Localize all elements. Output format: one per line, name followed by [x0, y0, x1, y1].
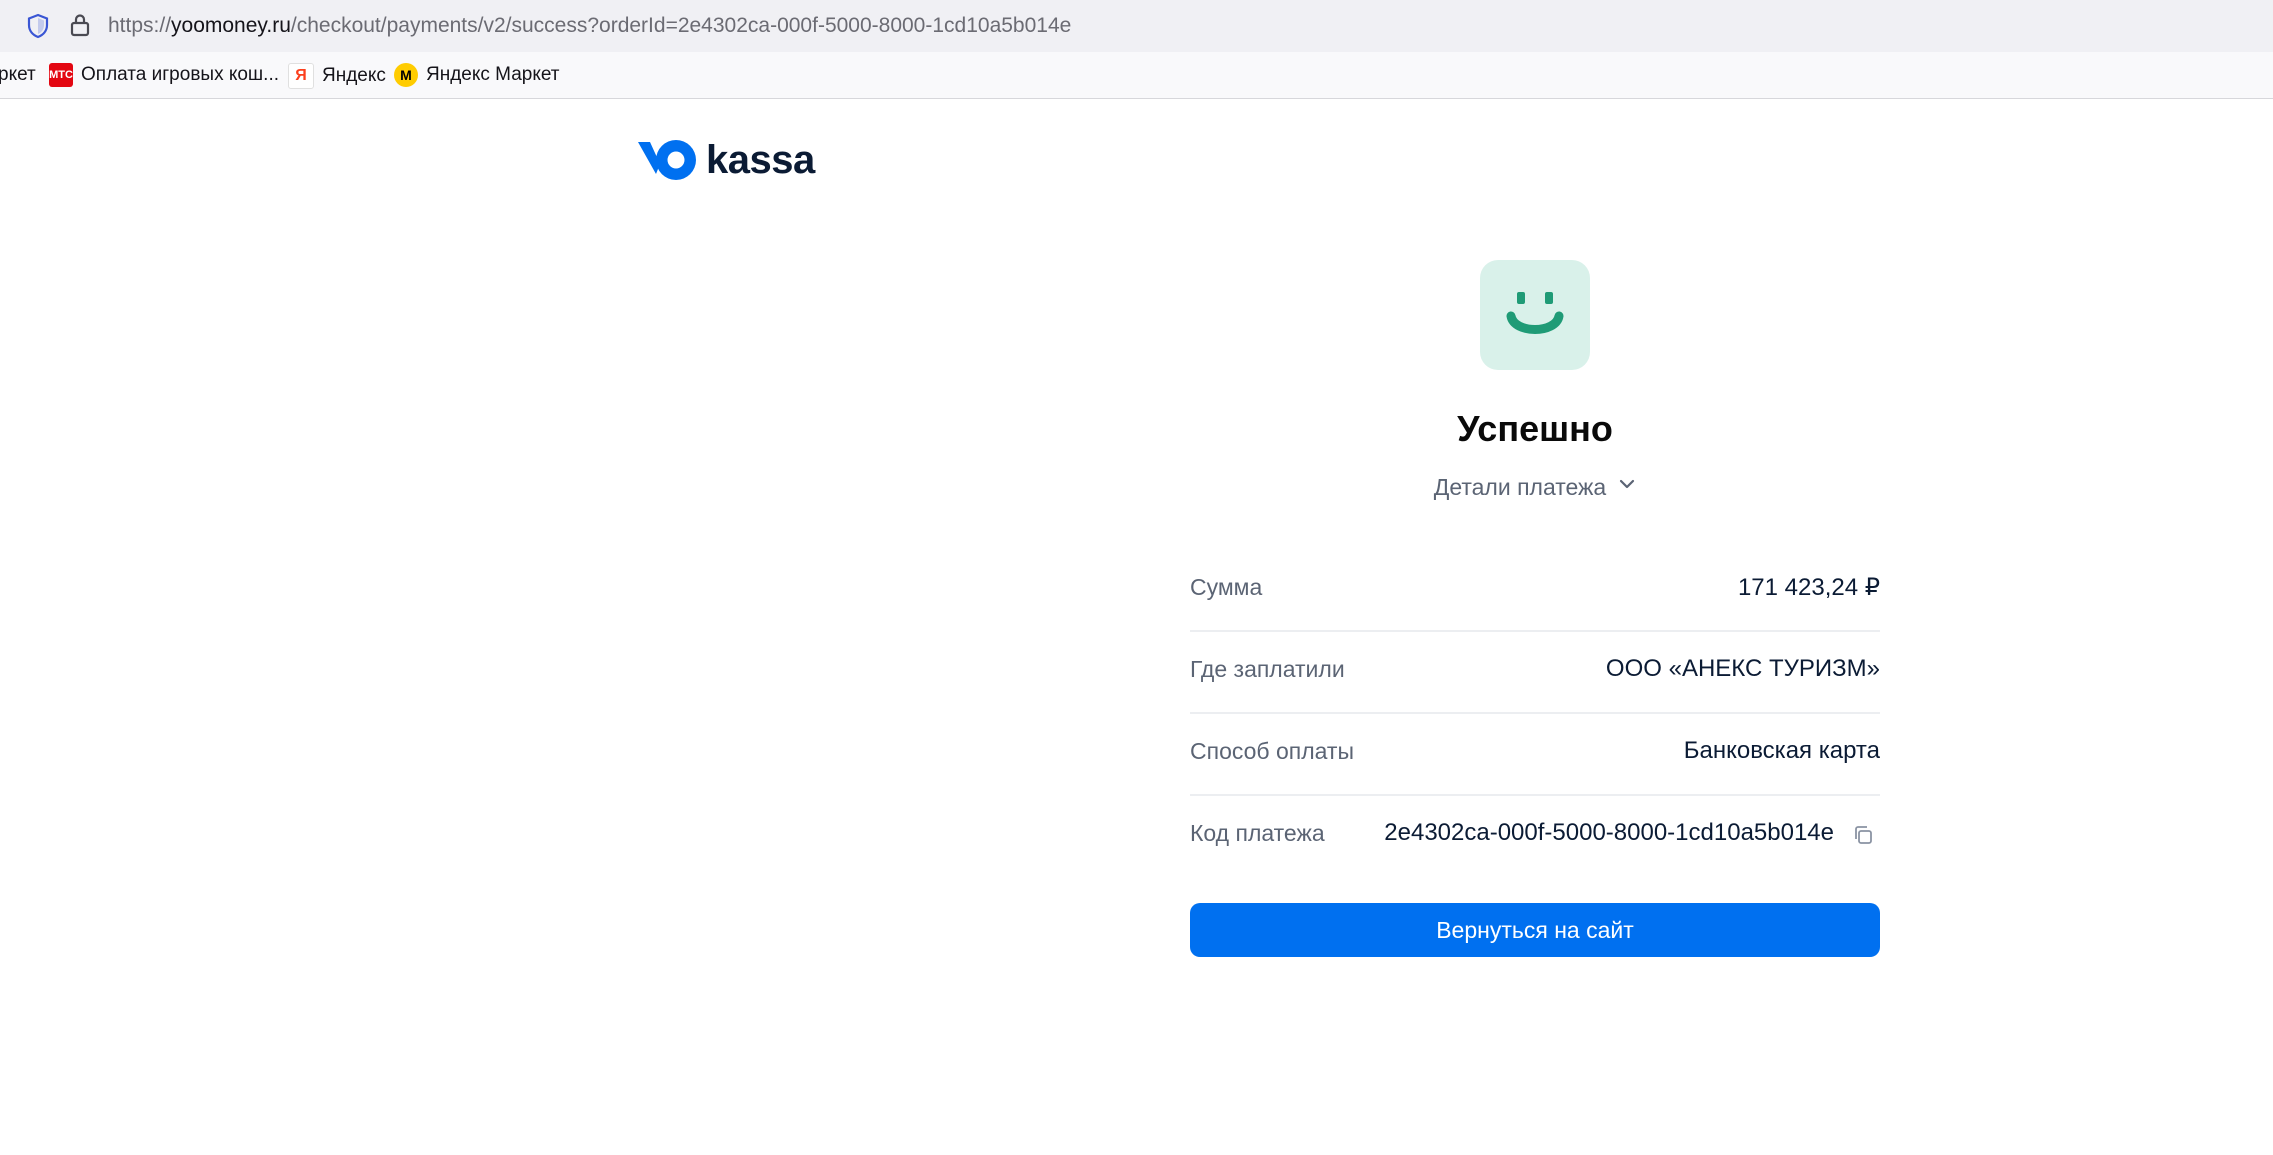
- bookmark-item[interactable]: M Яндекс Маркет: [394, 63, 560, 87]
- browser-url-bar[interactable]: https://yoomoney.ru/checkout/payments/v2…: [0, 0, 2273, 52]
- success-badge: [1480, 260, 1590, 370]
- lock-icon[interactable]: [68, 12, 92, 38]
- bookmarks-bar: ркет МТС Оплата игровых кош... Я Яндекс …: [0, 52, 2273, 99]
- yandex-market-icon: M: [394, 63, 418, 87]
- detail-value: 171 423,24 ₽: [1737, 574, 1880, 601]
- chevron-down-icon: [1620, 479, 1635, 489]
- detail-label: Код платежа: [1190, 820, 1325, 846]
- detail-row-payment-code: Код платежа 2e4302ca-000f-5000-8000-1cd1…: [1190, 796, 1880, 876]
- bookmark-label: Оплата игровых кош...: [81, 64, 280, 85]
- bookmark-item[interactable]: ркет: [0, 63, 36, 87]
- detail-label: Где заплатили: [1190, 656, 1345, 682]
- smile-icon: [1506, 292, 1564, 334]
- detail-row-merchant: Где заплатили ООО «АНЕКС ТУРИЗМ»: [1190, 632, 1880, 714]
- bookmark-item[interactable]: МТС Оплата игровых кош...: [49, 63, 279, 87]
- bookmark-label: ркет: [0, 64, 36, 85]
- bookmark-label: Яндекс Маркет: [426, 64, 560, 85]
- yoo-logo-icon: [638, 140, 696, 180]
- bookmark-label: Яндекс: [322, 65, 386, 86]
- detail-value: Банковская карта: [1683, 737, 1880, 764]
- copy-icon[interactable]: [1852, 824, 1874, 846]
- payment-details-toggle[interactable]: Детали платежа: [1190, 474, 1880, 501]
- return-to-site-button[interactable]: Вернуться на сайт: [1190, 903, 1880, 957]
- logo-text: kassa: [706, 138, 815, 182]
- detail-label: Способ оплаты: [1190, 738, 1354, 764]
- url-host: yoomoney.ru: [171, 14, 291, 37]
- detail-row-method: Способ оплаты Банковская карта: [1190, 714, 1880, 796]
- payment-details-list: Сумма 171 423,24 ₽ Где заплатили ООО «АН…: [1190, 550, 1880, 876]
- detail-row-amount: Сумма 171 423,24 ₽: [1190, 550, 1880, 632]
- detail-label: Сумма: [1190, 574, 1263, 600]
- detail-value: ООО «АНЕКС ТУРИЗМ»: [1605, 655, 1880, 682]
- yoo-kassa-logo[interactable]: kassa: [636, 138, 815, 182]
- yandex-icon: Я: [288, 63, 314, 89]
- url-path: /checkout/payments/v2/success?orderId=2e…: [290, 14, 1072, 37]
- shield-icon[interactable]: [26, 13, 50, 39]
- page-title: Успешно: [1457, 408, 1613, 449]
- detail-value: 2e4302ca-000f-5000-8000-1cd10a5b014e: [1384, 819, 1834, 846]
- address-field[interactable]: https://yoomoney.ru/checkout/payments/v2…: [108, 12, 1071, 40]
- url-scheme: https://: [108, 14, 172, 37]
- details-label: Детали платежа: [1433, 474, 1607, 500]
- bookmark-item[interactable]: Я Яндекс: [288, 63, 386, 89]
- mts-icon: МТС: [49, 63, 73, 87]
